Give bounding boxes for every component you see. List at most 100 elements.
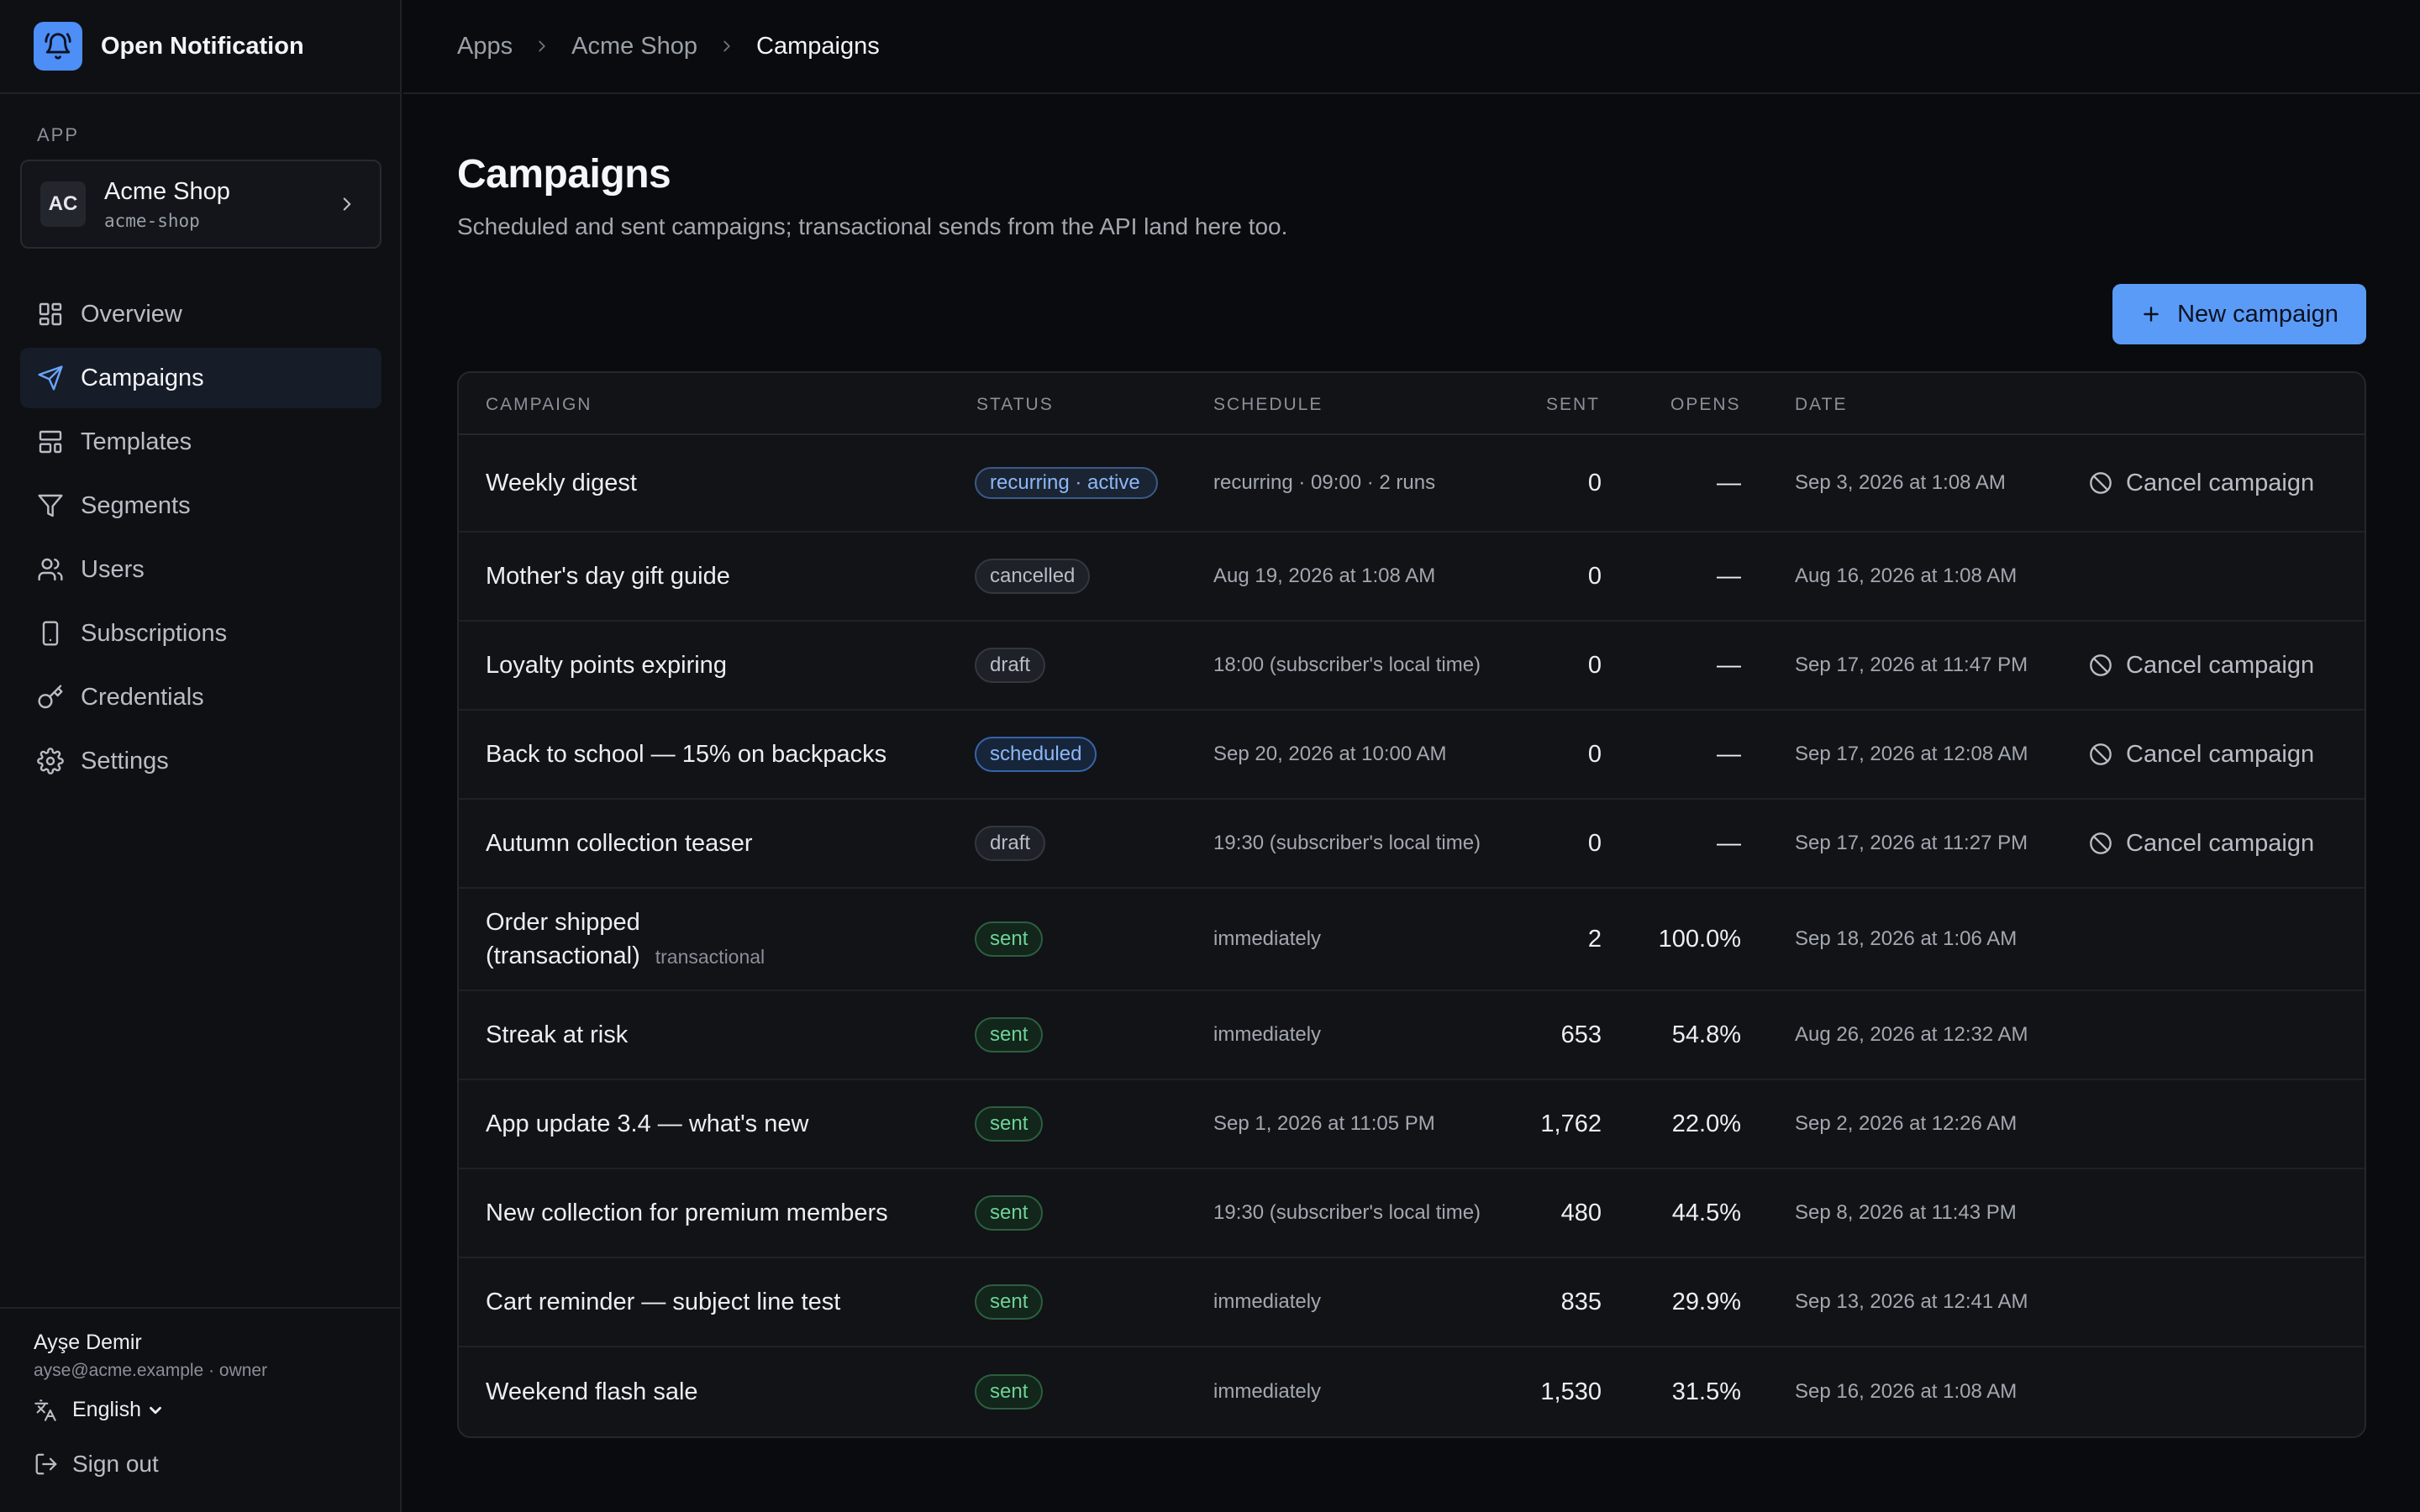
breadcrumb-apps[interactable]: Apps bbox=[457, 33, 513, 60]
status-cell: sent bbox=[975, 1080, 1044, 1168]
campaign-cell: Loyalty points expiring bbox=[486, 622, 956, 709]
header-schedule[interactable]: SCHEDULE bbox=[1213, 395, 1323, 415]
date-cell: Aug 16, 2026 at 1:08 AM bbox=[1795, 564, 2018, 587]
table-row[interactable]: Weekend flash sale sent immediately 1,530 31… bbox=[459, 1347, 2365, 1436]
chevron-down-icon bbox=[150, 1406, 161, 1414]
header-status[interactable]: STATUS bbox=[976, 395, 1054, 415]
date-cell: Sep 18, 2026 at 1:06 AM bbox=[1795, 927, 2018, 950]
date-cell: Sep 2, 2026 at 12:26 AM bbox=[1795, 1112, 2018, 1135]
cancel-campaign-label: Cancel campaign bbox=[2126, 740, 2315, 768]
table-row[interactable]: App update 3.4 — what's new sent Sep 1, 20… bbox=[459, 1080, 2365, 1169]
gear-icon bbox=[37, 748, 64, 774]
status-cell: sent bbox=[975, 1169, 1044, 1257]
table-row[interactable]: Back to school — 15% on backpacks schedul… bbox=[459, 711, 2365, 800]
table-row[interactable]: Loyalty points expiring draft 18:00 (subsc… bbox=[459, 622, 2365, 711]
breadcrumb-app[interactable]: Acme Shop bbox=[571, 33, 697, 60]
date-cell: Sep 17, 2026 at 12:08 AM bbox=[1795, 743, 2028, 765]
sign-out-label: Sign out bbox=[72, 1451, 159, 1477]
date-cell: Sep 17, 2026 at 11:47 PM bbox=[1795, 654, 2028, 676]
sidebar-item-settings[interactable]: Settings bbox=[20, 731, 381, 791]
sidebar-item-credentials[interactable]: Credentials bbox=[20, 667, 381, 727]
sidebar-item-campaigns[interactable]: Campaigns bbox=[20, 348, 381, 408]
chevron-right-icon bbox=[533, 37, 551, 55]
schedule-cell: immediately bbox=[1213, 1380, 1322, 1403]
table-header: CAMPAIGN STATUS SCHEDULE SENT OPENS DATE bbox=[459, 373, 2365, 435]
table-row[interactable]: Weekly digest recurring · active recurring… bbox=[459, 435, 2365, 533]
language-select[interactable]: English bbox=[34, 1398, 165, 1422]
app-switcher[interactable]: AC Acme Shop acme-shop bbox=[20, 160, 381, 249]
header-sent[interactable]: SENT bbox=[1546, 395, 1600, 415]
sidebar-item-label: Settings bbox=[81, 747, 169, 774]
sidebar-item-label: Segments bbox=[81, 491, 191, 519]
opens-cell: — bbox=[1717, 829, 1741, 857]
sent-cell: 2 bbox=[1587, 925, 1602, 953]
schedule-cell: Sep 1, 2026 at 11:05 PM bbox=[1213, 1112, 1435, 1135]
campaign-cell: Weekend flash sale bbox=[486, 1347, 956, 1436]
status-cell: sent bbox=[975, 1347, 1044, 1436]
header-campaign[interactable]: CAMPAIGN bbox=[486, 395, 592, 415]
sidebar-item-overview[interactable]: Overview bbox=[20, 284, 381, 344]
sign-out-button[interactable]: Sign out bbox=[34, 1438, 159, 1490]
campaign-name[interactable]: App update 3.4 — what's new bbox=[486, 1110, 808, 1137]
send-icon bbox=[38, 365, 63, 391]
campaign-cell: New collection for premium members bbox=[486, 1169, 956, 1257]
brand[interactable]: Open Notification bbox=[0, 0, 400, 94]
translate-icon bbox=[34, 1399, 56, 1421]
campaign-cell: Order shipped (transactional) transaction… bbox=[486, 889, 813, 990]
sent-cell: 1,762 bbox=[1540, 1110, 1602, 1137]
campaign-name[interactable]: Back to school — 15% on backpacks bbox=[486, 741, 886, 768]
status-cell: sent bbox=[975, 889, 1044, 990]
campaign-name[interactable]: Mother's day gift guide bbox=[486, 563, 730, 590]
schedule-cell: 19:30 (subscriber's local time) bbox=[1213, 1201, 1481, 1224]
schedule-cell: Aug 19, 2026 at 1:08 AM bbox=[1213, 564, 1436, 587]
schedule-cell: recurring · 09:00 · 2 runs bbox=[1213, 471, 1436, 494]
campaign-name[interactable]: Order shipped (transactional) bbox=[486, 909, 640, 969]
date-cell: Sep 17, 2026 at 11:27 PM bbox=[1795, 832, 2028, 854]
sidebar-item-templates[interactable]: Templates bbox=[20, 412, 381, 472]
breadcrumb: Apps Acme Shop Campaigns bbox=[403, 0, 2420, 94]
campaign-name[interactable]: Autumn collection teaser bbox=[486, 830, 753, 857]
campaign-name[interactable]: Weekly digest bbox=[486, 470, 637, 496]
status-badge: sent bbox=[975, 1195, 1044, 1231]
status-badge: draft bbox=[975, 826, 1046, 861]
table-row[interactable]: New collection for premium members sent 19… bbox=[459, 1169, 2365, 1258]
cancel-campaign-button[interactable]: Cancel campaign bbox=[2089, 435, 2314, 531]
cancel-campaign-label: Cancel campaign bbox=[2126, 829, 2315, 857]
status-cell: recurring · active bbox=[975, 435, 1158, 531]
status-cell: scheduled bbox=[975, 711, 1097, 798]
ban-icon bbox=[2090, 743, 2112, 765]
filter-icon bbox=[38, 494, 63, 517]
sidebar-item-label: Credentials bbox=[81, 683, 204, 711]
table-body: Weekly digest recurring · active recurring… bbox=[459, 435, 2365, 1436]
sidebar-item-segments[interactable]: Segments bbox=[20, 475, 381, 536]
campaign-cell: Back to school — 15% on backpacks bbox=[486, 711, 956, 798]
cancel-campaign-button[interactable]: Cancel campaign bbox=[2089, 800, 2314, 887]
sidebar-item-label: Users bbox=[81, 555, 145, 583]
sent-cell: 653 bbox=[1560, 1021, 1602, 1048]
status-badge: sent bbox=[975, 1284, 1044, 1320]
sent-cell: 480 bbox=[1560, 1199, 1602, 1226]
new-campaign-label: New campaign bbox=[2177, 300, 2338, 328]
opens-cell: 44.5% bbox=[1671, 1199, 1741, 1226]
opens-cell: — bbox=[1717, 740, 1741, 768]
header-opens[interactable]: OPENS bbox=[1670, 395, 1741, 415]
table-row[interactable]: Cart reminder — subject line test sent imm… bbox=[459, 1258, 2365, 1347]
sidebar: Open Notification APP AC Acme Shop acme-… bbox=[0, 0, 402, 1512]
campaign-name[interactable]: Cart reminder — subject line test bbox=[486, 1289, 840, 1315]
table-row[interactable]: Streak at risk sent immediately 653 54.8% Aug… bbox=[459, 991, 2365, 1080]
campaign-name[interactable]: New collection for premium members bbox=[486, 1200, 888, 1226]
sent-cell: 0 bbox=[1587, 469, 1602, 496]
header-date[interactable]: DATE bbox=[1795, 395, 1847, 415]
cancel-campaign-button[interactable]: Cancel campaign bbox=[2089, 711, 2314, 798]
new-campaign-button[interactable]: New campaign bbox=[2112, 284, 2366, 344]
sidebar-item-users[interactable]: Users bbox=[20, 539, 381, 600]
campaign-name[interactable]: Loyalty points expiring bbox=[486, 652, 727, 679]
campaign-name[interactable]: Streak at risk bbox=[486, 1021, 628, 1048]
campaign-name[interactable]: Weekend flash sale bbox=[486, 1378, 698, 1405]
table-row[interactable]: Mother's day gift guide cancelled Aug 19, … bbox=[459, 533, 2365, 622]
sidebar-item-subscriptions[interactable]: Subscriptions bbox=[20, 603, 381, 664]
cancel-campaign-button[interactable]: Cancel campaign bbox=[2089, 622, 2314, 709]
user-meta: ayse@acme.example · owner bbox=[34, 1361, 268, 1380]
table-row[interactable]: Autumn collection teaser draft 19:30 (subs… bbox=[459, 800, 2365, 889]
table-row[interactable]: Order shipped (transactional) transaction… bbox=[459, 889, 2365, 991]
